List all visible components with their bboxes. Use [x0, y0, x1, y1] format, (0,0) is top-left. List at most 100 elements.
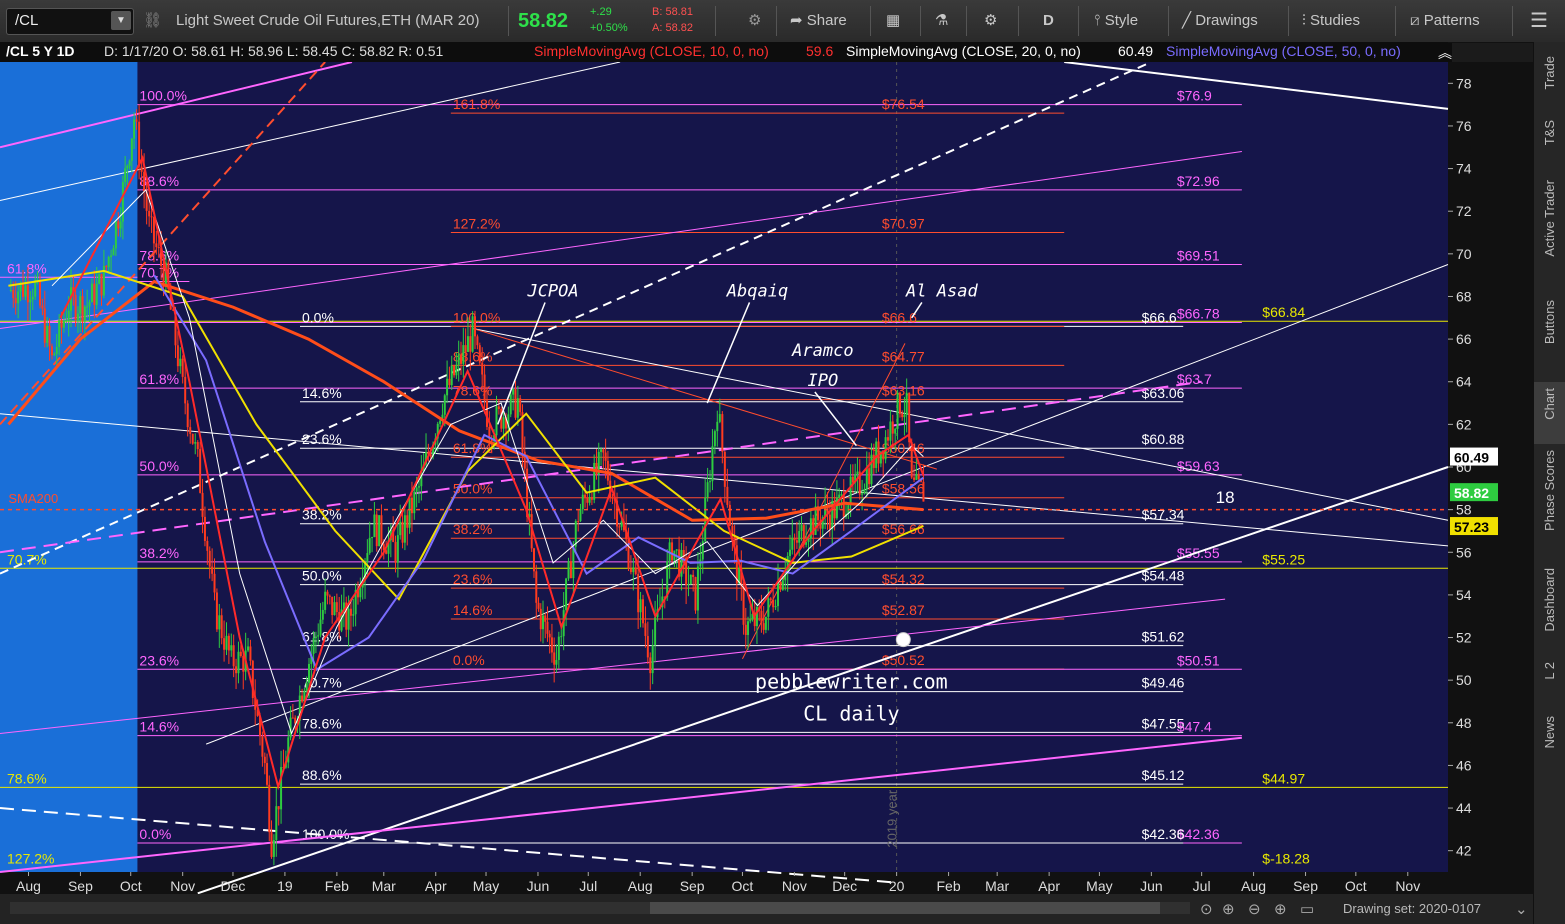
candle: [497, 406, 500, 409]
candle: [326, 591, 329, 596]
divider: [776, 6, 777, 36]
candle: [723, 451, 726, 487]
tab-trade[interactable]: Trade: [1534, 50, 1565, 114]
candle: [654, 617, 657, 646]
fib-level-label: 61.8%: [302, 629, 342, 645]
fib-level-label: 70.7%: [7, 551, 47, 567]
chart-annotation: JCPOA: [526, 281, 578, 301]
fib-level-label: 61.8%: [7, 260, 47, 276]
drawings-button[interactable]: ╱ Drawings: [1182, 0, 1258, 42]
candle: [157, 247, 160, 249]
candle: [194, 442, 197, 444]
symbol-description: Light Sweet Crude Oil Futures,ETH (MAR 2…: [176, 12, 480, 29]
divider: [1288, 6, 1289, 36]
y-tick-label: 58: [1456, 502, 1472, 518]
candle: [798, 531, 801, 543]
link-icon[interactable]: ⛓: [143, 0, 162, 42]
candle: [884, 437, 887, 460]
candle: [218, 615, 221, 630]
price-chart[interactable]: 100.0% $76.9 161.8% $76.54 88.6% $72.96 127.2%…: [0, 62, 1533, 894]
candle: [148, 210, 151, 217]
share-button[interactable]: ➦ Share: [790, 0, 847, 42]
candle: [590, 497, 593, 500]
candle: [842, 494, 845, 517]
sma20-legend[interactable]: SimpleMovingAvg (CLOSE, 20, 0, no): [846, 43, 1081, 59]
candle: [152, 217, 155, 244]
fit-icon[interactable]: ▭: [1300, 900, 1314, 918]
candle: [319, 619, 322, 636]
reset-zoom-icon[interactable]: ⊙: [1200, 900, 1213, 918]
tab-t-s[interactable]: T&S: [1534, 114, 1565, 174]
collapse-icon[interactable]: ︽: [1438, 43, 1452, 63]
candle: [512, 389, 515, 395]
scroll-thumb[interactable]: [650, 902, 1160, 914]
candle: [317, 635, 320, 637]
crosshair-icon[interactable]: ⊕: [1222, 900, 1235, 918]
candle: [706, 482, 709, 498]
period-selector[interactable]: D: [1043, 0, 1054, 42]
gear-icon[interactable]: ⚙: [748, 0, 761, 42]
zoom-in-icon[interactable]: ⊕: [1274, 900, 1287, 918]
y-tick-label: 72: [1456, 203, 1472, 219]
sma50-legend[interactable]: SimpleMovingAvg (CLOSE, 50, 0, no): [1166, 43, 1401, 59]
candle: [749, 619, 752, 622]
candle: [791, 537, 794, 550]
grid-icon[interactable]: ▦: [886, 0, 900, 42]
candle: [471, 316, 474, 352]
tab-news[interactable]: News: [1534, 710, 1565, 772]
candle: [227, 635, 230, 651]
tab-l-2[interactable]: L 2: [1534, 656, 1565, 710]
candle: [211, 566, 214, 574]
chevron-down-icon[interactable]: ⌄: [1515, 900, 1528, 918]
sma10-legend[interactable]: SimpleMovingAvg (CLOSE, 10, 0, no): [534, 43, 769, 59]
candle: [76, 313, 79, 320]
settings-gear-icon[interactable]: ⚙: [984, 0, 997, 42]
candle: [60, 320, 63, 328]
patterns-button[interactable]: ⧄ Patterns: [1410, 0, 1480, 42]
fib-level-label: $60.88: [1142, 431, 1185, 447]
flask-icon[interactable]: ⚗: [935, 0, 948, 42]
candle: [455, 364, 458, 376]
candle: [277, 806, 280, 810]
tab-label: Chart: [1542, 388, 1557, 420]
candle: [394, 541, 397, 563]
tab-active-trader[interactable]: Active Trader: [1534, 174, 1565, 294]
candle: [687, 584, 690, 586]
candle: [457, 354, 460, 365]
candle: [476, 336, 479, 346]
candle: [887, 437, 890, 441]
right-tab-panel: Trade T&S Active Trader Buttons Chart Phase S…: [1533, 42, 1565, 924]
studies-button[interactable]: ⫶ Studies: [1302, 0, 1360, 42]
menu-icon[interactable]: ☰: [1530, 0, 1548, 42]
style-button[interactable]: ⫯ Style: [1094, 0, 1138, 42]
fib-level-label: 78.6%: [7, 770, 47, 786]
y-tick-label: 64: [1456, 374, 1472, 390]
x-tick-label: Sep: [68, 878, 93, 894]
x-tick-label: May: [1086, 878, 1112, 894]
price-marker-label: 60.49: [1454, 450, 1489, 466]
tab-dashboard[interactable]: Dashboard: [1534, 562, 1565, 656]
candle: [828, 514, 831, 529]
fib-level-label: 70.7%: [302, 675, 342, 691]
zoom-out-icon[interactable]: ⊖: [1248, 900, 1261, 918]
candle: [718, 414, 721, 422]
y-tick-label: 74: [1456, 161, 1472, 177]
candle: [67, 310, 70, 321]
fib-level-label: 78.6%: [302, 715, 342, 731]
study-legend-bar: /CL 5 Y 1D D: 1/17/20 O: 58.61 H: 58.96 …: [0, 42, 1452, 63]
tab-chart[interactable]: Chart: [1534, 382, 1565, 444]
candle: [868, 468, 871, 485]
candle: [347, 608, 350, 630]
drawing-set-label[interactable]: Drawing set: 2020-0107: [1343, 901, 1481, 916]
candle: [9, 290, 12, 292]
chevron-down-icon[interactable]: ▼: [111, 11, 131, 30]
candle: [415, 487, 418, 492]
tab-buttons[interactable]: Buttons: [1534, 294, 1565, 382]
fib-level-label: $76.54: [882, 96, 925, 112]
candle: [74, 294, 77, 320]
candle: [469, 336, 472, 352]
y-tick-label: 62: [1456, 416, 1472, 432]
candle: [586, 497, 589, 503]
tab-phase-scores[interactable]: Phase Scores: [1534, 444, 1565, 562]
symbol-selector[interactable]: /CL ▼: [6, 8, 134, 35]
